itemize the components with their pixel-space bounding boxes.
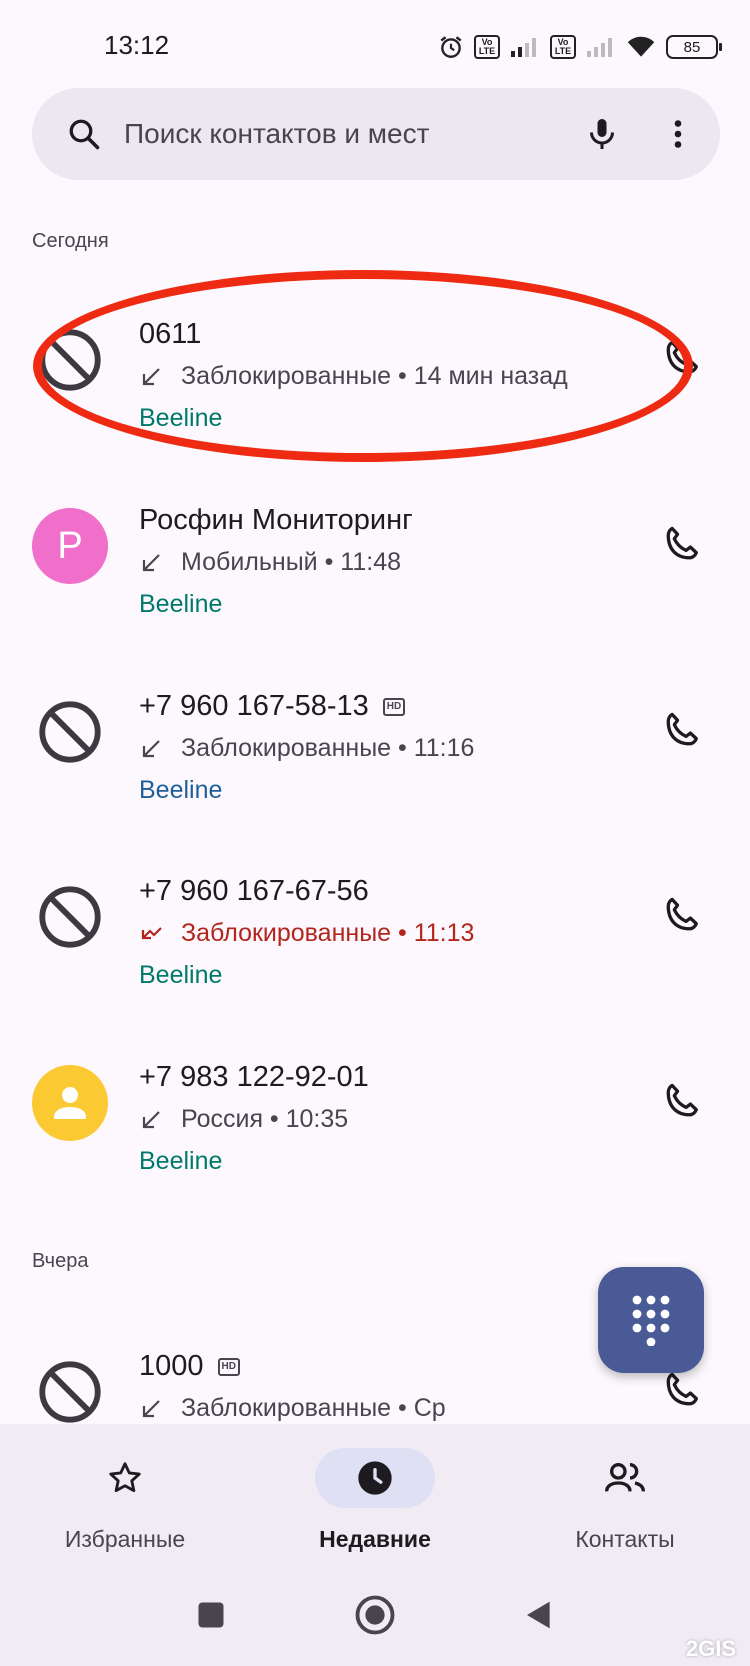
system-navigation-bar: [0, 1564, 750, 1666]
missed-call-arrow-icon: [141, 926, 162, 939]
nav-recents-label: Недавние: [319, 1526, 431, 1552]
person-icon: [32, 1065, 108, 1141]
section-header-today: Сегодня: [32, 230, 109, 252]
caller-name: +7 983 122-92-01: [139, 1061, 369, 1093]
carrier-label: Beeline: [139, 1147, 223, 1175]
carrier-label: Beeline: [139, 776, 223, 804]
caller-name: +7 960 167-58-13 HD: [139, 690, 406, 723]
nav-favorites[interactable]: Избранные: [0, 1424, 250, 1564]
signal-sim2-icon: [586, 37, 616, 57]
call-button[interactable]: [660, 1079, 704, 1123]
alarm-icon: [438, 34, 464, 60]
caller-name: Росфин Мониторинг: [139, 504, 413, 536]
avatar: Р: [32, 508, 108, 584]
call-detail: Мобильный • 11:48: [139, 548, 401, 577]
avatar-letter: Р: [57, 524, 83, 567]
carrier-label: Beeline: [139, 404, 223, 432]
wifi-icon: [626, 35, 656, 59]
carrier-label: Beeline: [139, 961, 223, 989]
incoming-call-arrow-icon: [142, 739, 160, 757]
section-header-yesterday: Вчера: [32, 1250, 89, 1272]
blocked-icon: [32, 879, 108, 955]
call-button[interactable]: [660, 336, 704, 380]
more-vert-icon[interactable]: [660, 116, 696, 152]
nav-contacts[interactable]: Контакты: [500, 1424, 750, 1564]
nav-contacts-label: Контакты: [575, 1526, 675, 1552]
call-log-item[interactable]: Р Росфин Мониторинг Мобильный • 11:48 Be…: [0, 484, 750, 654]
star-icon: [65, 1448, 185, 1508]
clock-icon: [315, 1448, 435, 1508]
hd-badge: HD: [382, 697, 406, 716]
caller-name: +7 960 167-67-56: [139, 875, 369, 907]
battery-icon: 85: [666, 35, 722, 59]
call-detail: Заблокированные • 11:16: [139, 734, 474, 763]
carrier-label: Beeline: [139, 590, 223, 618]
signal-sim1-icon: [510, 37, 540, 57]
recents-square-icon[interactable]: [186, 1590, 236, 1640]
home-circle-icon[interactable]: [350, 1590, 400, 1640]
call-log-item[interactable]: +7 960 167-67-56 Заблокированные • 11:13…: [0, 855, 750, 1025]
call-button[interactable]: [660, 1368, 704, 1412]
people-icon: [565, 1448, 685, 1508]
bottom-navigation: Избранные Недавние Контакты: [0, 1424, 750, 1564]
incoming-call-arrow-icon: [142, 367, 160, 385]
incoming-call-arrow-icon: [142, 1399, 160, 1417]
call-button[interactable]: [660, 708, 704, 752]
incoming-call-arrow-icon: [142, 553, 160, 571]
call-detail: Заблокированные • 11:13: [139, 919, 474, 948]
status-icons: Vo LTE Vo LTE 85: [438, 32, 722, 62]
call-button[interactable]: [660, 893, 704, 937]
volte-sim1-badge: Vo LTE: [474, 35, 500, 59]
nav-recents[interactable]: Недавние: [250, 1424, 500, 1564]
nav-favorites-label: Избранные: [64, 1526, 186, 1552]
caller-name: 0611: [139, 318, 202, 350]
dialpad-icon: [632, 1295, 670, 1346]
dialpad-button[interactable]: [598, 1267, 704, 1373]
back-triangle-icon[interactable]: [514, 1590, 564, 1640]
call-detail: Заблокированные • 14 мин назад: [139, 362, 568, 391]
call-detail: Россия • 10:35: [139, 1105, 348, 1134]
watermark-logo: 2GIS: [685, 1636, 736, 1661]
hd-badge: HD: [217, 1357, 240, 1376]
search-bar[interactable]: Поиск контактов и мест: [32, 88, 720, 180]
call-button[interactable]: [660, 522, 704, 566]
call-detail: Заблокированные • Ср: [139, 1394, 446, 1423]
search-icon: [66, 116, 102, 152]
search-input[interactable]: Поиск контактов и мест: [124, 118, 584, 150]
call-log-item[interactable]: 0611 Заблокированные • 14 мин назад Beel…: [0, 298, 750, 468]
volte-sim2-badge: Vo LTE: [550, 35, 576, 59]
blocked-icon: [32, 694, 108, 770]
blocked-icon: [32, 322, 108, 398]
mic-icon[interactable]: [584, 116, 620, 152]
status-time: 13:12: [104, 30, 170, 60]
call-log-item[interactable]: +7 960 167-58-13 HD Заблокированные • 11…: [0, 670, 750, 840]
caller-name: 1000 HD: [139, 1350, 240, 1383]
call-log-item[interactable]: +7 983 122-92-01 Россия • 10:35 Beeline: [0, 1041, 750, 1211]
blocked-icon: [32, 1354, 108, 1424]
incoming-call-arrow-icon: [142, 1110, 160, 1128]
